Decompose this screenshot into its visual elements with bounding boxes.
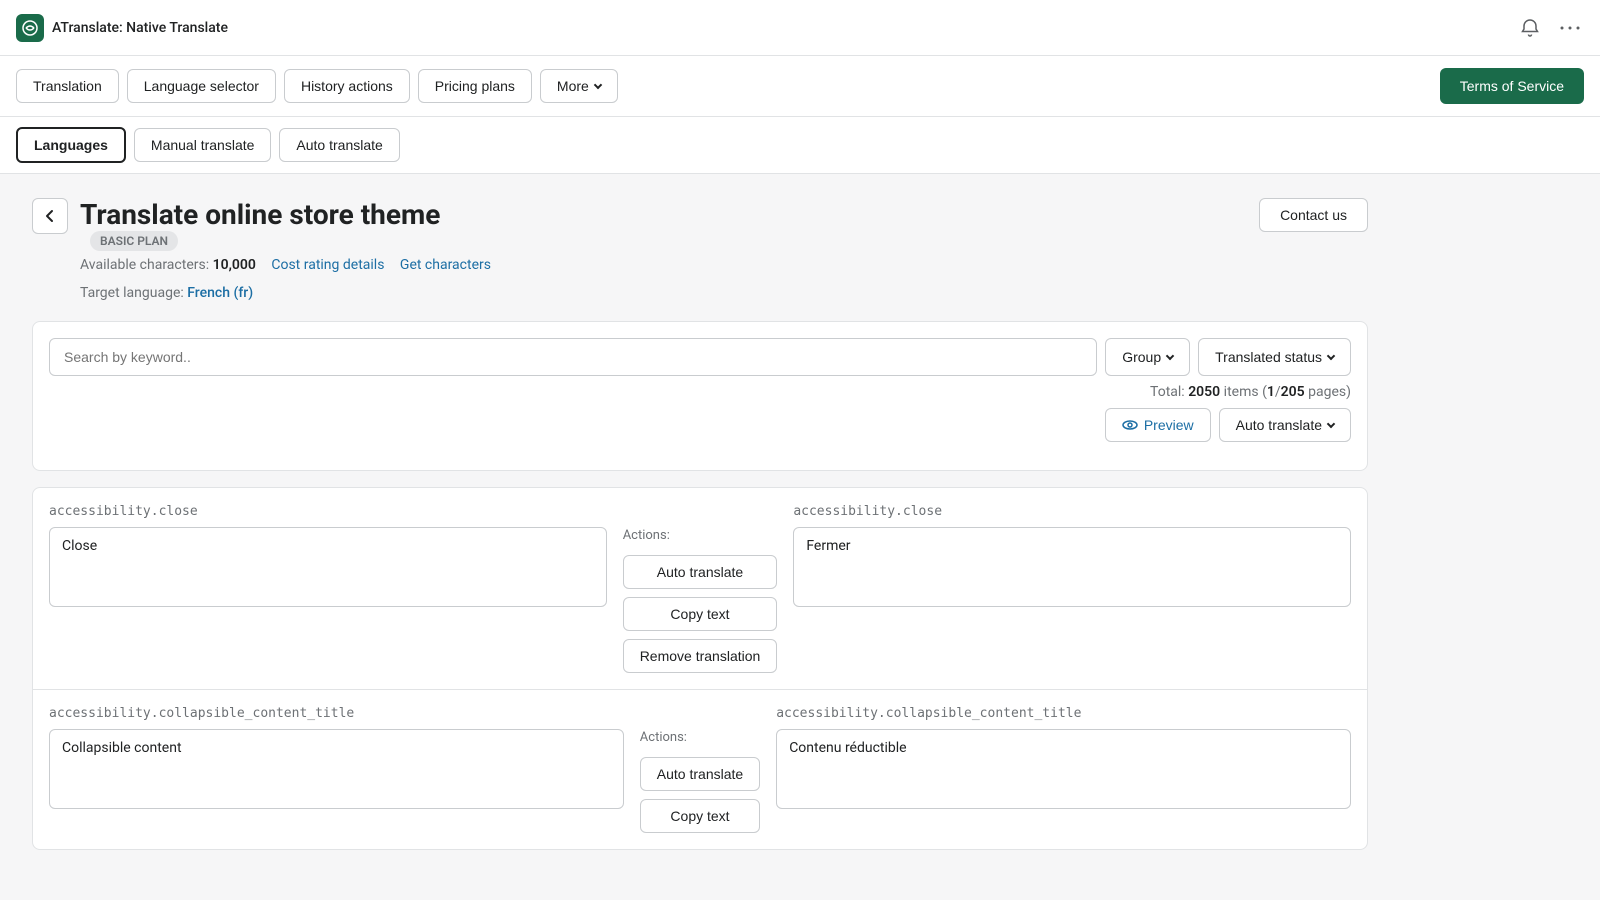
chevron-down-icon <box>1166 352 1174 360</box>
plan-badge: BASIC PLAN <box>90 231 178 251</box>
app-title: ATranslate: Native Translate <box>52 20 228 36</box>
chevron-down-icon <box>1327 420 1335 428</box>
target-key-label: accessibility.collapsible_content_title <box>776 706 1351 721</box>
search-filter-inner: Group Translated status <box>49 338 1351 376</box>
available-chars-row: Available characters: 10,000 Cost rating… <box>80 257 491 273</box>
nav-tabs: Translation Language selector History ac… <box>0 56 1600 117</box>
sub-nav-languages[interactable]: Languages <box>16 127 126 163</box>
page-total: 205 <box>1281 384 1305 400</box>
nav-more[interactable]: More <box>540 69 618 103</box>
translation-item: accessibility.close Close Actions: Auto … <box>33 488 1367 690</box>
app-logo-icon <box>16 14 44 42</box>
auto-translate-item-button[interactable]: Auto translate <box>640 757 760 791</box>
auto-translate-main-button[interactable]: Auto translate <box>1219 408 1351 442</box>
target-col: accessibility.close Fermer <box>793 504 1351 607</box>
search-filter-bar: Group Translated status Total: 2050 item… <box>32 321 1368 471</box>
translated-status-button[interactable]: Translated status <box>1198 338 1351 376</box>
auto-translate-item-button[interactable]: Auto translate <box>623 555 778 589</box>
sub-nav: Languages Manual translate Auto translat… <box>0 117 1600 174</box>
source-key-label: accessibility.collapsible_content_title <box>49 706 624 721</box>
source-key-label: accessibility.close <box>49 504 607 519</box>
target-language-value: French (fr) <box>187 285 253 301</box>
chevron-down-icon <box>594 81 602 89</box>
nav-language-selector[interactable]: Language selector <box>127 69 276 103</box>
actions-label: Actions: <box>623 528 778 543</box>
page-title-row: Translate online store theme BASIC PLAN <box>80 198 491 251</box>
group-filter-button[interactable]: Group <box>1105 338 1190 376</box>
cost-rating-link[interactable]: Cost rating details <box>271 257 384 273</box>
page-header-left: Translate online store theme BASIC PLAN … <box>32 198 491 301</box>
pagination-info: Total: 2050 items (1/205 pages) <box>49 384 1351 400</box>
top-bar-actions <box>1516 14 1584 42</box>
dots-icon <box>1560 26 1580 30</box>
app-logo: ATranslate: Native Translate <box>16 14 228 42</box>
back-button[interactable] <box>32 198 68 234</box>
total-count: 2050 <box>1188 384 1220 400</box>
page-title-area: Translate online store theme BASIC PLAN … <box>80 198 491 301</box>
actions-col: Actions: Auto translate Copy text Remove… <box>623 504 778 673</box>
search-input-wrap <box>49 338 1097 376</box>
contact-us-button[interactable]: Contact us <box>1259 198 1368 232</box>
translation-item-header: accessibility.collapsible_content_title … <box>49 706 1351 833</box>
target-language-row: Target language: French (fr) <box>80 285 491 301</box>
remove-translation-button[interactable]: Remove translation <box>623 639 778 673</box>
terms-of-service-button[interactable]: Terms of Service <box>1440 68 1584 104</box>
nav-pricing-plans[interactable]: Pricing plans <box>418 69 532 103</box>
preview-button[interactable]: Preview <box>1105 408 1211 442</box>
actions-col: Actions: Auto translate Copy text <box>640 706 760 833</box>
source-text-box: Close <box>49 527 607 607</box>
target-text-box: Contenu réductible <box>776 729 1351 809</box>
sub-nav-manual-translate[interactable]: Manual translate <box>134 128 272 162</box>
notification-button[interactable] <box>1516 14 1544 42</box>
eye-icon <box>1122 417 1138 433</box>
actions-label: Actions: <box>640 730 760 745</box>
top-bar: ATranslate: Native Translate <box>0 0 1600 56</box>
translation-item: accessibility.collapsible_content_title … <box>33 690 1367 849</box>
source-col: accessibility.close Close <box>49 504 607 607</box>
bell-icon <box>1520 18 1540 38</box>
translation-list: accessibility.close Close Actions: Auto … <box>32 487 1368 850</box>
source-col: accessibility.collapsible_content_title … <box>49 706 624 809</box>
page-header: Translate online store theme BASIC PLAN … <box>32 198 1368 301</box>
nav-translation[interactable]: Translation <box>16 69 119 103</box>
copy-text-button[interactable]: Copy text <box>623 597 778 631</box>
page-current: 1 <box>1267 384 1275 400</box>
arrow-left-icon <box>42 208 58 224</box>
nav-right: Terms of Service <box>1440 68 1584 104</box>
get-characters-link[interactable]: Get characters <box>400 257 491 273</box>
main-content: Translate online store theme BASIC PLAN … <box>0 174 1400 874</box>
more-menu-button[interactable] <box>1556 22 1584 34</box>
target-key-label: accessibility.close <box>793 504 1351 519</box>
target-text-box: Fermer <box>793 527 1351 607</box>
chars-count: 10,000 <box>213 257 256 273</box>
translation-item-header: accessibility.close Close Actions: Auto … <box>49 504 1351 673</box>
source-text-box: Collapsible content <box>49 729 624 809</box>
page-title: Translate online store theme <box>80 198 491 231</box>
search-input[interactable] <box>49 338 1097 376</box>
nav-history-actions[interactable]: History actions <box>284 69 410 103</box>
copy-text-button[interactable]: Copy text <box>640 799 760 833</box>
sub-nav-auto-translate[interactable]: Auto translate <box>279 128 399 162</box>
target-col: accessibility.collapsible_content_title … <box>776 706 1351 809</box>
chevron-down-icon <box>1327 352 1335 360</box>
main-action-row: Preview Auto translate <box>49 408 1351 442</box>
